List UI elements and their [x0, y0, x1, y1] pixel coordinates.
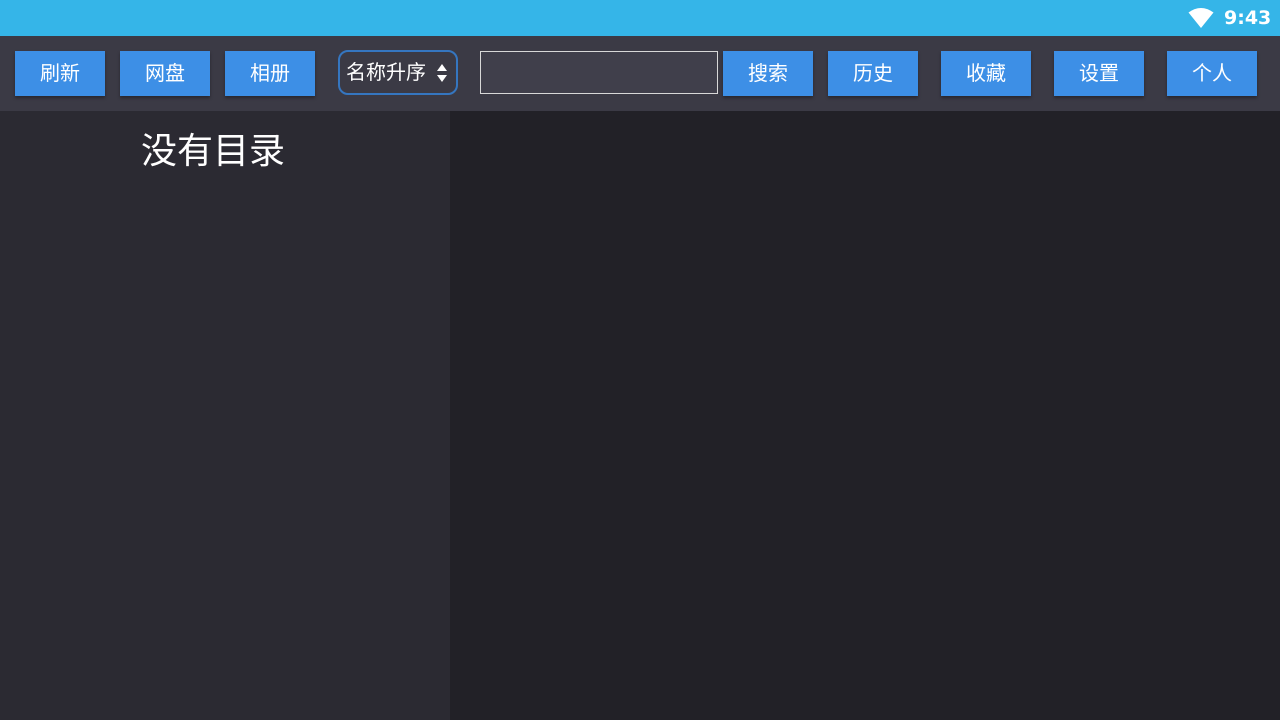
directory-panel: 没有目录: [0, 111, 450, 720]
profile-button[interactable]: 个人: [1167, 51, 1257, 96]
album-button[interactable]: 相册: [225, 51, 315, 96]
search-input[interactable]: [480, 51, 718, 94]
empty-directory-message: 没有目录: [140, 131, 285, 172]
content-panel: [450, 111, 1280, 720]
wifi-icon: [1188, 8, 1214, 28]
status-clock: 9:43: [1224, 7, 1272, 29]
sort-order-value: 名称升序: [346, 60, 426, 84]
sort-arrows-icon: [437, 64, 447, 82]
netdisk-button[interactable]: 网盘: [120, 51, 210, 96]
settings-button[interactable]: 设置: [1054, 51, 1144, 96]
refresh-button[interactable]: 刷新: [15, 51, 105, 96]
history-button[interactable]: 历史: [828, 51, 918, 96]
favorites-button[interactable]: 收藏: [941, 51, 1031, 96]
sort-order-select[interactable]: 名称升序: [338, 50, 458, 95]
status-bar: 9:43: [0, 0, 1280, 36]
toolbar: 刷新 网盘 相册 名称升序 搜索 历史 收藏 设置 个人: [0, 36, 1280, 111]
search-button[interactable]: 搜索: [723, 51, 813, 96]
